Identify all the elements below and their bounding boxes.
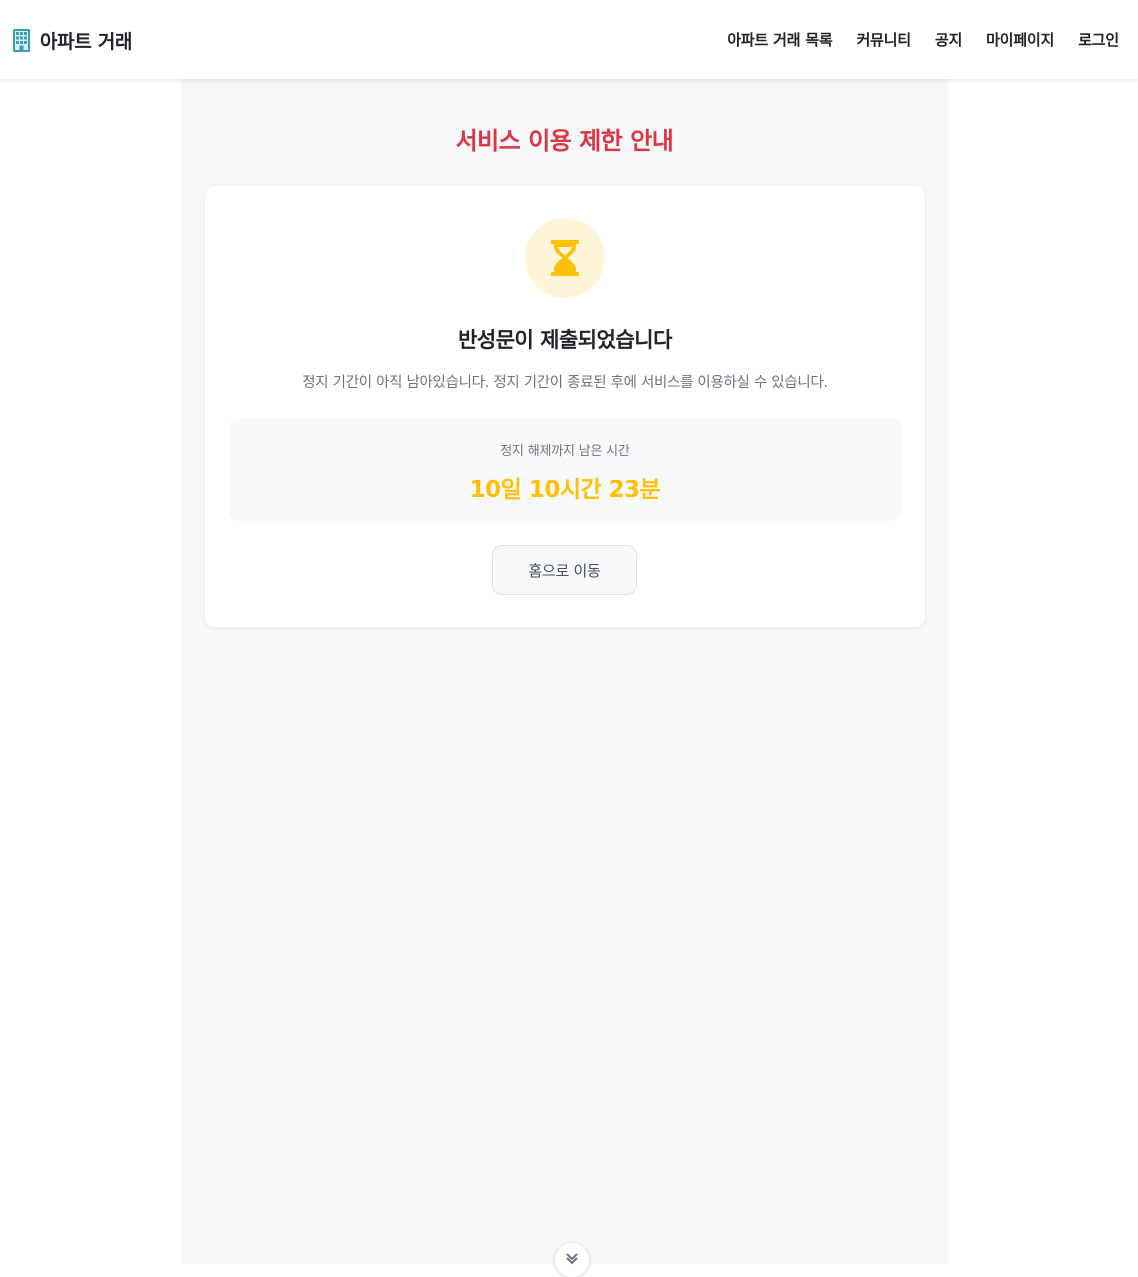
nav-community[interactable]: 커뮤니티: [857, 29, 912, 50]
status-icon-circle: [525, 218, 605, 298]
nav-notice[interactable]: 공지: [935, 29, 962, 50]
main-nav: 아파트 거래 목록 커뮤니티 공지 마이페이지 로그인: [703, 29, 1119, 50]
brand-logo-link[interactable]: 아파트 거래: [12, 27, 133, 53]
remaining-time-box: 정지 해제까지 남은 시간 10일 10시간 23분: [229, 418, 901, 521]
top-navbar: 아파트 거래 아파트 거래 목록 커뮤니티 공지 마이페이지 로그인: [0, 0, 1138, 79]
hourglass-icon: [551, 240, 579, 276]
remaining-time-value: 10일 10시간 23분: [469, 477, 661, 503]
remaining-time-label: 정지 해제까지 남은 시간: [500, 444, 630, 459]
card-description: 정지 기간이 아직 남아있습니다. 정지 기간이 종료된 후에 서비스를 이용하…: [302, 375, 828, 391]
scroll-down-button[interactable]: [555, 1243, 589, 1277]
brand-title: 아파트 거래: [40, 30, 133, 53]
chevron-down-icon: [566, 1253, 578, 1265]
nav-apartment-list[interactable]: 아파트 거래 목록: [727, 29, 832, 50]
page-title: 서비스 이용 제한 안내: [455, 127, 674, 155]
card-heading: 반성문이 제출되었습니다: [458, 328, 672, 352]
office-building-icon: [13, 28, 30, 52]
restriction-card: 반성문이 제출되었습니다 정지 기간이 아직 남아있습니다. 정지 기간이 종료…: [205, 186, 925, 627]
nav-login[interactable]: 로그인: [1078, 29, 1119, 50]
nav-mypage[interactable]: 마이페이지: [986, 29, 1054, 50]
go-home-button[interactable]: 홈으로 이동: [492, 545, 637, 595]
main-content: 서비스 이용 제한 안내 반성문이 제출되었습니다 정지 기간이 아직 남아있습…: [181, 79, 948, 1277]
